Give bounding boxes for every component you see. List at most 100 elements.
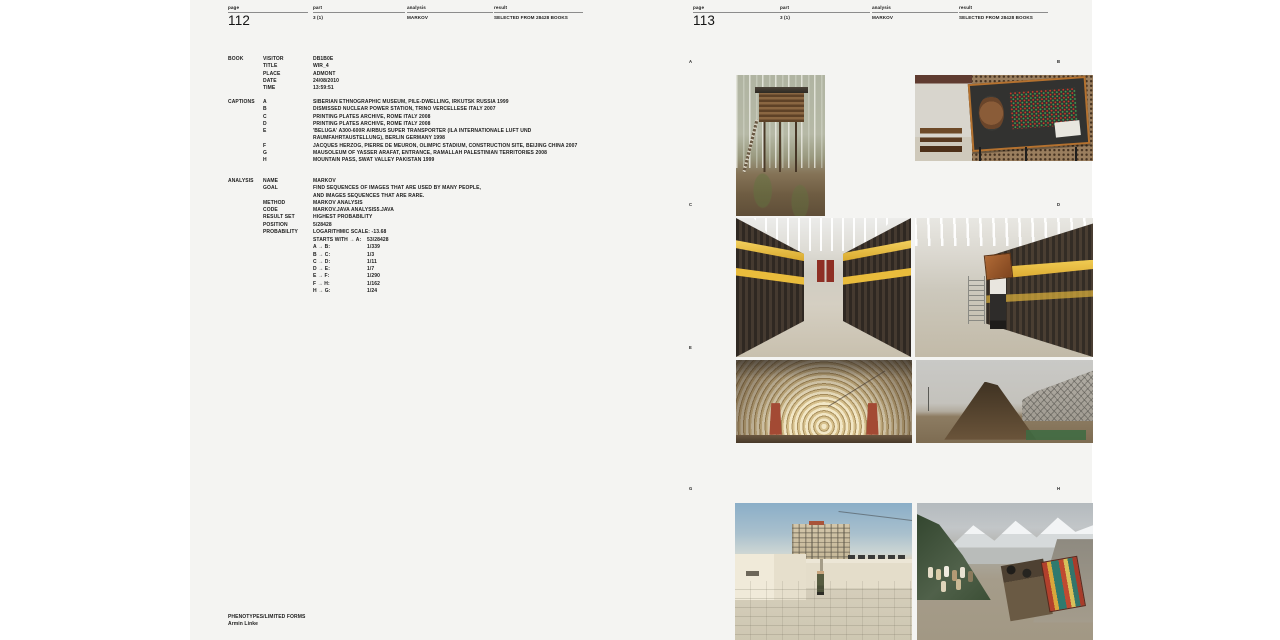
right-header-col-part: part 3 (1) (780, 5, 870, 20)
caption-key: C (263, 114, 313, 121)
photo-e-beluga-transporter-interior (736, 360, 912, 443)
caption-text: PRINTING PLATES ARCHIVE, ROME ITALY 2008 (313, 121, 658, 128)
header-rule (959, 12, 1048, 13)
book-row: DATE 24/08/2010 (228, 78, 658, 85)
field-name: TIME (263, 85, 313, 92)
footer: PHENOTYPES/LIMITED FORMS Armin Linke (228, 614, 305, 628)
header-rule (494, 12, 583, 13)
analysis-row: GOAL FIND SEQUENCES OF IMAGES THAT ARE U… (228, 185, 658, 192)
photo-label-c: C (689, 202, 692, 207)
field-value: WIR_4 (313, 63, 658, 70)
cable-line (828, 370, 885, 406)
result-label: result (494, 5, 583, 10)
transition-table: STARTS WITH → A:53/28428 A → B:1/339 B →… (228, 237, 658, 295)
field-name: PLACE (263, 71, 313, 78)
field-name: CODE (263, 207, 313, 214)
field-value: MARKOV ANALYSIS (313, 200, 658, 207)
header-rule (407, 12, 493, 13)
left-header-col-part: part 3 (1) (313, 5, 405, 20)
result-value: SELECTED FROM 28428 BOOKS (494, 15, 583, 20)
soldier-figure (817, 571, 824, 595)
transition-value: 1/7 (367, 266, 374, 272)
right-header-col-analysis: analysis MARKOV (872, 5, 958, 20)
truck-wheels (1006, 564, 1016, 574)
caption-text: PRINTING PLATES ARCHIVE, ROME ITALY 2008 (313, 114, 658, 121)
right-header-col-result: result SELECTED FROM 28428 BOOKS (959, 5, 1048, 20)
transition-row: A → B:1/339 (228, 244, 658, 251)
caption-text: MOUNTAIN PASS, SWAT VALLEY PAKISTAN 1999 (313, 157, 658, 164)
red-rib-left (769, 403, 781, 435)
caption-key: D (263, 121, 313, 128)
field-name: VISITOR (263, 56, 313, 63)
header-rule (313, 12, 405, 13)
field-name: NAME (263, 178, 313, 185)
part-value: 3 (1) (313, 15, 405, 20)
caption-row: F JACQUES HERZOG, PIERRE DE MEURON, OLIM… (228, 143, 658, 150)
left-header-col-result: result SELECTED FROM 28428 BOOKS (494, 5, 583, 20)
hut-ladder (743, 119, 759, 172)
archive-shelf-right (843, 218, 911, 357)
field-value: 13:59:51 (313, 85, 658, 92)
red-rib-right (866, 403, 878, 435)
left-header-col-analysis: analysis MARKOV (407, 5, 493, 20)
analysis-section: ANALYSIS NAME MARKOV GOAL FIND SEQUENCES… (228, 178, 658, 236)
power-line (838, 511, 912, 521)
caption-key: A (263, 99, 313, 106)
panel-stand (979, 147, 1079, 161)
caption-text: MAUSOLEUM OF YASSER ARAFAT, ENTRANCE, RA… (313, 150, 658, 157)
caption-key (263, 135, 313, 142)
captions-section: CAPTIONS A SIBERIAN ETHNOGRAPHIC MUSEUM,… (228, 99, 658, 165)
result-label: result (959, 5, 1048, 10)
transition-label: F → H: (313, 281, 367, 288)
field-value: MARKOV.JAVA ANALYSIS5.JAVA (313, 207, 658, 214)
book-section: BOOK VISITOR DB1B0E TITLE WIR_4 PLACE AD… (228, 56, 658, 92)
part-label: part (780, 5, 870, 10)
transition-value: 1/290 (367, 273, 380, 279)
analysis-label: analysis (872, 5, 958, 10)
page-spread: page 112 part 3 (1) analysis MARKOV resu… (190, 0, 1092, 640)
analysis-row: RESULT SET HIGHEST PROBABILITY (228, 214, 658, 221)
photo-b-power-station-display (915, 75, 1093, 161)
person-carrying-plate (990, 271, 1006, 329)
caption-key: F (263, 143, 313, 150)
header-rule (780, 12, 870, 13)
photo-label-e: E (689, 345, 692, 350)
field-value: FIND SEQUENCES OF IMAGES THAT ARE USED B… (313, 185, 658, 192)
caption-row: B DISMISSED NUCLEAR POWER STATION, TRINO… (228, 106, 658, 113)
field-value: HIGHEST PROBABILITY (313, 214, 658, 221)
field-value: DB1B0E (313, 56, 658, 63)
part-value: 3 (1) (780, 15, 870, 20)
photo-label-b: B (1057, 59, 1060, 64)
field-name: POSITION (263, 222, 313, 229)
photo-label-h: H (1057, 486, 1060, 491)
transition-label: E → F: (313, 273, 367, 280)
page-number: 112 (228, 14, 308, 28)
analysis-row: CODE MARKOV.JAVA ANALYSIS5.JAVA (228, 207, 658, 214)
left-header-col-page: page 112 (228, 5, 308, 28)
analysis-row: AND IMAGES SEQUENCES THAT ARE RARE. (228, 193, 658, 200)
indicator-panel (968, 76, 1090, 152)
analysis-value: MARKOV (407, 15, 493, 20)
caption-row: C PRINTING PLATES ARCHIVE, ROME ITALY 20… (228, 114, 658, 121)
field-name: RESULT SET (263, 214, 313, 221)
transition-row: C → D:1/11 (228, 259, 658, 266)
caption-key: G (263, 150, 313, 157)
analysis-value: MARKOV (872, 15, 958, 20)
analysis-row: ANALYSIS NAME MARKOV (228, 178, 658, 185)
caption-row: D PRINTING PLATES ARCHIVE, ROME ITALY 20… (228, 121, 658, 128)
pole (928, 387, 929, 412)
field-value: 5/28428 (313, 222, 658, 229)
page-label: page (693, 5, 780, 10)
photo-h-mountain-pass-truck (917, 503, 1093, 640)
transition-value: 1/339 (367, 244, 380, 250)
transition-label: D → E: (313, 266, 367, 273)
field-value: ADMONT (313, 71, 658, 78)
book-title: PHENOTYPES/LIMITED FORMS (228, 614, 305, 621)
photo-f-stadium-construction-site (916, 360, 1093, 443)
photo-a-pile-dwelling (736, 75, 825, 216)
green-fence (1026, 430, 1086, 440)
caption-row: E 'BELUGA' A300-600R AIRBUS SUPER TRANSP… (228, 128, 658, 135)
transition-row: E → F:1/290 (228, 273, 658, 280)
book-row: PLACE ADMONT (228, 71, 658, 78)
archive-shelf-left (736, 218, 804, 357)
